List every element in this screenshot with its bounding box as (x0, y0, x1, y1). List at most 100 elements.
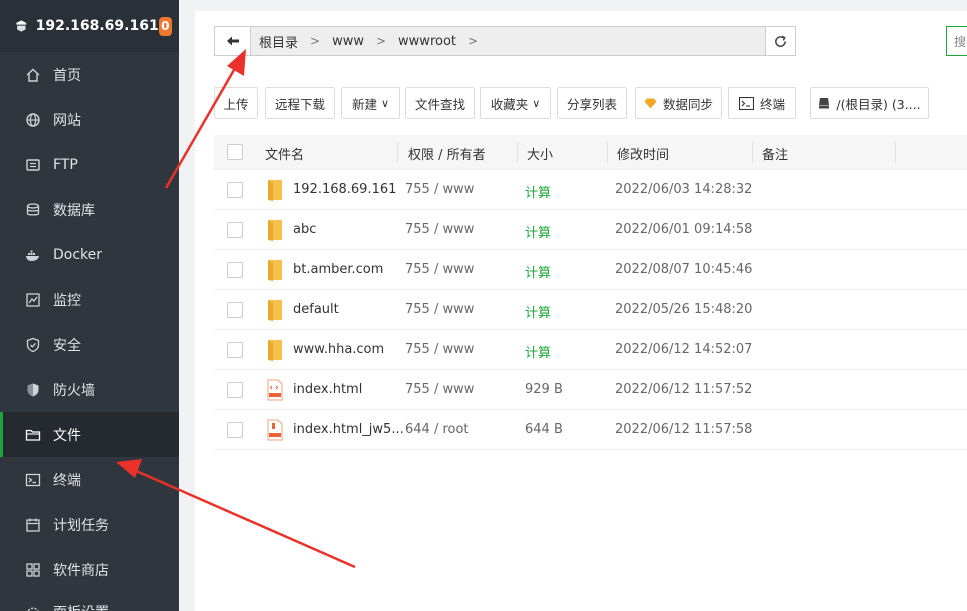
favorites-dropdown-button[interactable]: 收藏夹 ∨ (480, 87, 551, 119)
row-checkbox[interactable] (227, 222, 243, 238)
sidebar-item-security[interactable]: 安全 (0, 322, 179, 367)
file-perm[interactable]: 755 / www (405, 302, 474, 317)
sidebar-item-label: 数据库 (53, 202, 95, 219)
breadcrumb-wwwroot[interactable]: wwwroot (398, 34, 456, 49)
file-size-calc[interactable]: 计算 (525, 182, 551, 201)
table-row[interactable]: abc 755 / www 计算 2022/06/01 09:14:58 (214, 210, 967, 250)
sidebar-item-website[interactable]: 网站 (0, 97, 179, 142)
firewall-icon (25, 382, 41, 398)
file-mtime: 2022/06/12 11:57:52 (615, 382, 753, 397)
back-button[interactable] (215, 27, 251, 55)
table-row[interactable]: bt.amber.com 755 / www 计算 2022/08/07 10:… (214, 250, 967, 290)
home-icon (25, 67, 41, 83)
file-size-calc[interactable]: 计算 (525, 302, 551, 321)
folder-icon (268, 180, 282, 201)
chevron-down-icon: ∨ (532, 96, 541, 110)
table-row[interactable]: www.hha.com 755 / www 计算 2022/06/12 14:5… (214, 330, 967, 370)
upload-button[interactable]: 上传 (214, 87, 258, 119)
disk-icon (818, 97, 830, 109)
table-row[interactable]: 192.168.69.161 755 / www 计算 2022/06/03 1… (214, 170, 967, 210)
breadcrumb-root[interactable]: 根目录 (251, 32, 298, 51)
sidebar-item-store[interactable]: 软件商店 (0, 547, 179, 592)
table-row[interactable]: default 755 / www 计算 2022/05/26 15:48:20 (214, 290, 967, 330)
sidebar-item-terminal[interactable]: 终端 (0, 457, 179, 502)
row-checkbox[interactable] (227, 302, 243, 318)
col-note: 备注 (762, 148, 789, 163)
column-divider (517, 142, 518, 163)
sidebar-item-label: 监控 (53, 292, 81, 309)
remote-download-button[interactable]: 远程下载 (265, 87, 335, 119)
arrow-left-icon (226, 36, 239, 46)
col-name[interactable]: 文件名 (265, 144, 304, 163)
col-mtime[interactable]: 修改时间 (617, 144, 669, 163)
sidebar-item-firewall[interactable]: 防火墙 (0, 367, 179, 412)
breadcrumb-www[interactable]: www (332, 34, 364, 49)
sidebar-item-docker[interactable]: Docker (0, 232, 179, 277)
file-mtime: 2022/06/12 11:57:58 (615, 422, 753, 437)
file-name[interactable]: default (293, 302, 339, 317)
column-divider (397, 142, 398, 163)
search-input[interactable]: 搜 (946, 26, 967, 56)
data-sync-button[interactable]: 数据同步 (635, 87, 722, 119)
file-mtime: 2022/08/07 10:45:46 (615, 262, 753, 277)
row-checkbox[interactable] (227, 262, 243, 278)
file-search-button[interactable]: 文件查找 (405, 87, 475, 119)
sidebar-item-files[interactable]: 文件 (0, 412, 179, 457)
refresh-button[interactable] (765, 27, 795, 55)
sidebar-item-home[interactable]: 首页 (0, 52, 179, 97)
file-name[interactable]: bt.amber.com (293, 262, 383, 277)
disk-button[interactable]: /(根目录) (3.... (810, 87, 929, 119)
file-perm[interactable]: 755 / www (405, 222, 474, 237)
select-all-checkbox[interactable] (227, 144, 243, 160)
path-bar: 根目录 > www > wwwroot > (214, 26, 796, 56)
sidebar-item-monitor[interactable]: 监控 (0, 277, 179, 322)
file-perm[interactable]: 644 / root (405, 422, 469, 437)
folder-icon (268, 260, 282, 281)
refresh-icon (775, 35, 786, 47)
file-name[interactable]: www.hha.com (293, 342, 384, 357)
col-size[interactable]: 大小 (527, 144, 553, 163)
sidebar-item-label: 计划任务 (53, 517, 109, 534)
file-size-calc[interactable]: 计算 (525, 262, 551, 281)
sidebar-item-label: FTP (53, 156, 78, 173)
terminal-button[interactable]: 终端 (728, 87, 796, 119)
sidebar-item-cron[interactable]: 计划任务 (0, 502, 179, 547)
sidebar-item-ftp[interactable]: FTP (0, 142, 179, 187)
file-size: 929 B (525, 382, 563, 397)
settings-icon (25, 606, 41, 611)
row-checkbox[interactable] (227, 382, 243, 398)
server-ip[interactable]: 192.168.69.161 (36, 18, 159, 34)
table-row[interactable]: index.html 755 / www 929 B 2022/06/12 11… (214, 370, 967, 410)
file-size-calc[interactable]: 计算 (525, 222, 551, 241)
row-checkbox[interactable] (227, 182, 243, 198)
column-divider (752, 142, 753, 163)
share-list-button[interactable]: 分享列表 (557, 87, 627, 119)
file-name[interactable]: index.html (293, 382, 362, 397)
chevron-right-icon: > (468, 34, 479, 48)
sidebar-item-label: 防火墙 (53, 382, 95, 399)
table-row[interactable]: index.html_jw5... 644 / root 644 B 2022/… (214, 410, 967, 450)
file-perm[interactable]: 755 / www (405, 182, 474, 197)
file-name[interactable]: index.html_jw5... (293, 422, 404, 437)
row-checkbox[interactable] (227, 342, 243, 358)
upload-label: 上传 (223, 96, 249, 112)
col-perm[interactable]: 权限 / 所有者 (408, 144, 486, 163)
file-size-calc[interactable]: 计算 (525, 342, 551, 361)
row-checkbox[interactable] (227, 422, 243, 438)
server-header: 192.168.69.161 0 (0, 0, 179, 52)
file-name[interactable]: 192.168.69.161 (293, 182, 396, 197)
file-perm[interactable]: 755 / www (405, 382, 474, 397)
file-perm[interactable]: 755 / www (405, 342, 474, 357)
notification-badge[interactable]: 0 (158, 16, 172, 36)
file-name[interactable]: abc (293, 222, 316, 237)
sidebar-item-label: 面板设置 (53, 602, 109, 611)
sidebar-item-database[interactable]: 数据库 (0, 187, 179, 232)
sidebar-item-settings[interactable]: 面板设置 (0, 592, 179, 611)
file-perm[interactable]: 755 / www (405, 262, 474, 277)
new-dropdown-button[interactable]: 新建 ∨ (341, 87, 400, 119)
share-list-label: 分享列表 (566, 96, 617, 112)
breadcrumb: 根目录 > www > wwwroot > (251, 32, 490, 51)
terminal-icon (738, 96, 754, 110)
folder-icon (25, 427, 41, 443)
sidebar-item-label: Docker (53, 246, 103, 263)
